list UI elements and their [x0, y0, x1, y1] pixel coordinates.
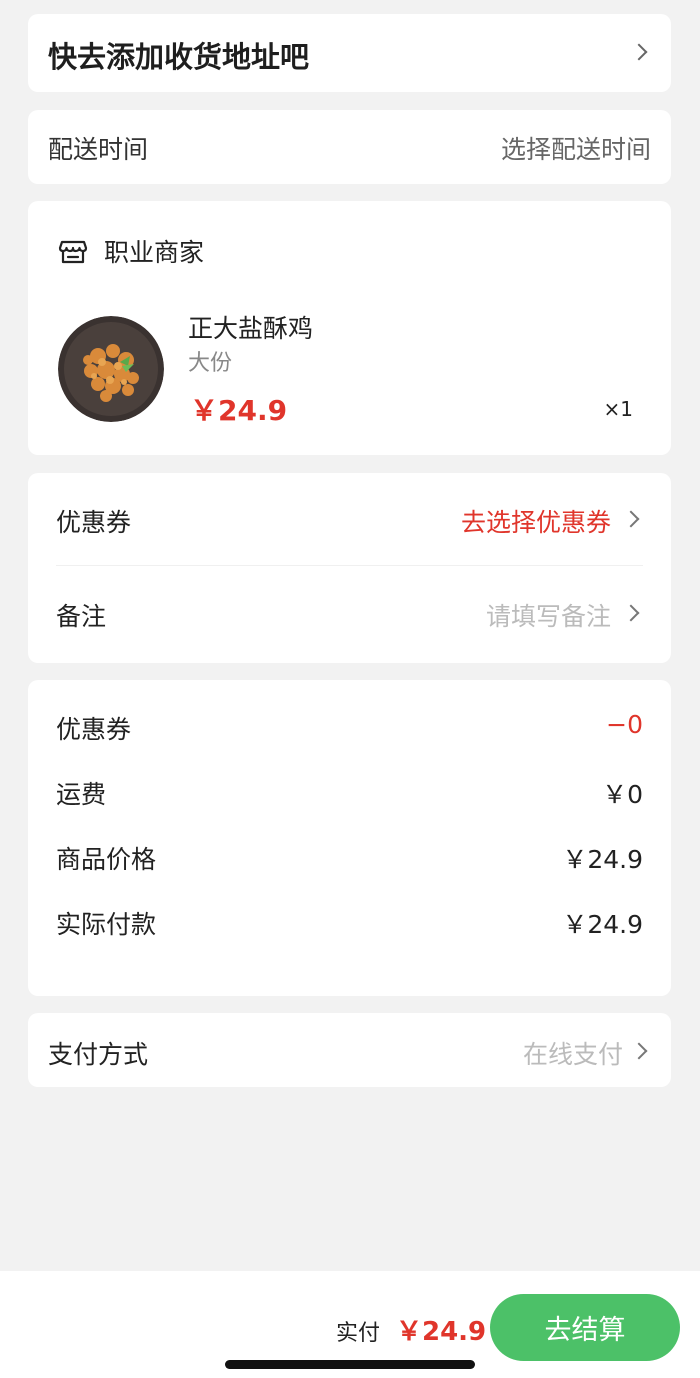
- chevron-right-icon: [622, 510, 640, 528]
- chevron-right-icon: [630, 43, 648, 61]
- food-spec: 大份: [188, 351, 233, 376]
- summary-shipping-label: 运费: [56, 780, 107, 809]
- add-address-card[interactable]: 快去添加收货地址吧: [28, 14, 671, 92]
- summary-shipping-value: ￥0: [602, 780, 643, 809]
- food-quantity: ×1: [603, 397, 633, 421]
- order-store-card: 职业商家 正大盐酥鸡 大份 ￥24.9 ×1: [28, 201, 671, 455]
- remark-input[interactable]: 请填写备注: [486, 597, 611, 633]
- payment-method-card[interactable]: 支付方式 在线支付: [28, 1013, 671, 1087]
- summary-goods-label: 商品价格: [56, 845, 157, 874]
- add-address-prompt: 快去添加收货地址吧: [48, 40, 310, 74]
- coupon-label: 优惠券: [56, 508, 132, 537]
- payment-method-value: 在线支付: [522, 1040, 623, 1069]
- select-coupon-link[interactable]: 去选择优惠券: [461, 503, 611, 539]
- payment-method-label: 支付方式: [48, 1040, 149, 1069]
- summary-actual-row: 实际付款 ￥24.9: [56, 905, 643, 941]
- summary-actual-value: ￥24.9: [562, 910, 643, 939]
- delivery-time-label: 配送时间: [48, 135, 149, 164]
- summary-goods-value: ￥24.9: [562, 845, 643, 874]
- delivery-time-selector[interactable]: 选择配送时间: [501, 130, 651, 166]
- store-name: 职业商家: [104, 238, 205, 267]
- summary-actual-label: 实际付款: [56, 910, 157, 939]
- chevron-right-icon: [622, 604, 640, 622]
- store-icon: [58, 240, 88, 264]
- food-price: ￥24.9: [190, 394, 288, 427]
- summary-goods-row: 商品价格 ￥24.9: [56, 840, 643, 876]
- pay-label: 实付: [336, 1321, 381, 1346]
- divider: [56, 565, 643, 566]
- coupon-row[interactable]: 优惠券 去选择优惠券: [28, 473, 671, 565]
- summary-shipping-row: 运费 ￥0: [56, 775, 643, 811]
- pay-amount: ￥24.9: [396, 1317, 487, 1347]
- remark-row[interactable]: 备注 请填写备注: [28, 567, 671, 659]
- delivery-time-card[interactable]: 配送时间 选择配送时间: [28, 110, 671, 184]
- food-name: 正大盐酥鸡: [188, 314, 314, 343]
- price-summary-card: 优惠券 −0 运费 ￥0 商品价格 ￥24.9 实际付款 ￥24.9: [28, 680, 671, 996]
- food-image: [58, 316, 164, 422]
- order-options-card: 优惠券 去选择优惠券 备注 请填写备注: [28, 473, 671, 663]
- summary-coupon-row: 优惠券 −0: [56, 710, 643, 746]
- home-indicator: [225, 1360, 475, 1369]
- remark-label: 备注: [56, 602, 107, 631]
- summary-coupon-label: 优惠券: [56, 715, 132, 744]
- checkout-button[interactable]: 去结算: [490, 1294, 680, 1361]
- summary-coupon-value: −0: [606, 710, 643, 739]
- chevron-right-icon: [630, 1042, 648, 1060]
